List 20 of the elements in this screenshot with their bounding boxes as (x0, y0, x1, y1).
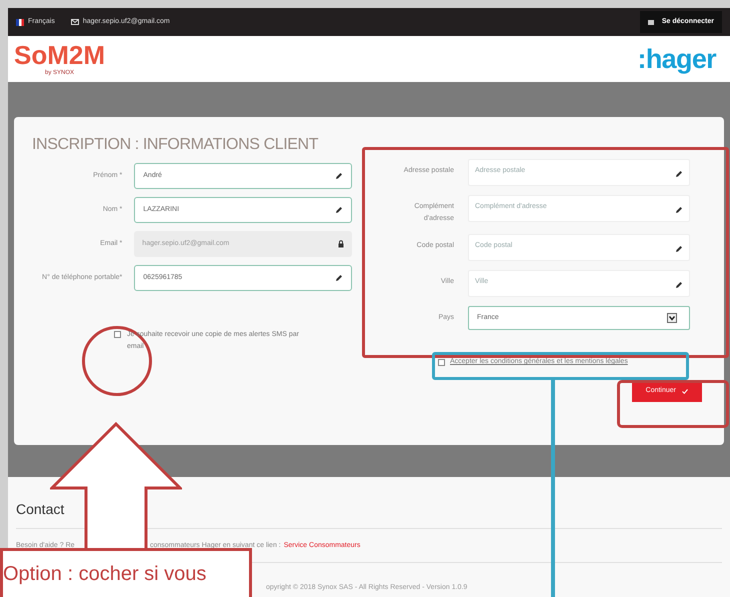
contact-title: Contact (16, 500, 66, 519)
lock-icon (338, 240, 344, 248)
checkbox[interactable] (438, 358, 445, 366)
callout-text: Option : cocher si vous (3, 563, 206, 585)
pencil-icon (335, 206, 343, 214)
pencil-icon (335, 274, 343, 282)
form-title: INSCRIPTION : INFORMATIONS CLIENT (32, 135, 320, 155)
pencil-icon (675, 281, 683, 289)
check-icon (682, 389, 688, 394)
app-logo: SoM2M (14, 40, 105, 68)
flag-icon (16, 18, 24, 26)
pencil-icon (675, 170, 683, 178)
mail-icon (70, 19, 79, 25)
dropdown-icon (667, 313, 677, 323)
checkbox[interactable] (114, 331, 121, 338)
pencil-icon (675, 206, 683, 214)
logout-icon (648, 20, 654, 24)
pencil-icon (335, 172, 343, 180)
pencil-icon (675, 245, 683, 253)
brand-logo: :hager (638, 42, 716, 76)
